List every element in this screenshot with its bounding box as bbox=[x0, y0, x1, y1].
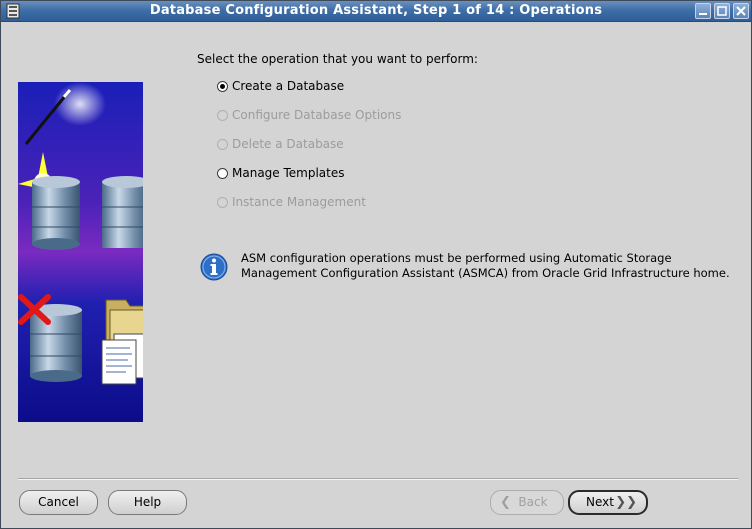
back-button: ❮ Back bbox=[490, 490, 564, 515]
next-button[interactable]: Next ❯❯ bbox=[568, 490, 648, 515]
radio-manage-templates[interactable]: Manage Templates bbox=[217, 165, 345, 181]
radio-label: Create a Database bbox=[232, 79, 345, 93]
radio-configure-database-options: Configure Database Options bbox=[217, 107, 401, 123]
radio-instance-management: Instance Management bbox=[217, 194, 366, 210]
info-icon bbox=[200, 253, 228, 281]
radio-button-icon bbox=[217, 109, 228, 121]
operation-prompt: Select the operation that you want to pe… bbox=[197, 52, 478, 66]
radio-button-icon[interactable] bbox=[217, 167, 228, 179]
minimize-button[interactable] bbox=[695, 3, 711, 19]
cancel-button[interactable]: Cancel bbox=[19, 490, 98, 515]
back-label: Back bbox=[518, 495, 548, 509]
dbca-window: Database Configuration Assistant, Step 1… bbox=[0, 0, 752, 529]
close-button[interactable] bbox=[733, 3, 749, 19]
radio-label: Manage Templates bbox=[232, 166, 345, 180]
radio-label: Delete a Database bbox=[232, 137, 344, 151]
chevron-right-icon: ❯❯ bbox=[615, 495, 637, 510]
radio-button-icon[interactable] bbox=[217, 80, 228, 92]
next-label: Next bbox=[586, 495, 614, 509]
info-line-2: Management Configuration Assistant (ASMC… bbox=[241, 266, 730, 280]
wizard-illustration bbox=[18, 82, 143, 422]
maximize-icon bbox=[717, 6, 727, 16]
maximize-button[interactable] bbox=[714, 3, 730, 19]
radio-button-icon bbox=[217, 196, 228, 208]
title-bar[interactable]: Database Configuration Assistant, Step 1… bbox=[1, 1, 751, 22]
radio-create-database[interactable]: Create a Database bbox=[217, 78, 344, 94]
close-icon bbox=[736, 6, 746, 16]
button-separator bbox=[18, 478, 738, 480]
radio-label: Configure Database Options bbox=[232, 108, 402, 122]
chevron-left-icon: ❮ bbox=[500, 495, 511, 510]
help-label: Help bbox=[133, 495, 162, 509]
help-button[interactable]: Help bbox=[108, 490, 187, 515]
radio-delete-database: Delete a Database bbox=[217, 136, 344, 152]
cancel-label: Cancel bbox=[38, 495, 79, 509]
radio-label: Instance Management bbox=[232, 195, 366, 209]
info-line-1: ASM configuration operations must be per… bbox=[241, 251, 672, 265]
radio-button-icon bbox=[217, 138, 228, 150]
minimize-icon bbox=[699, 13, 707, 15]
asm-info-message: ASM configuration operations must be per… bbox=[241, 251, 741, 281]
window-title: Database Configuration Assistant, Step 1… bbox=[149, 3, 603, 18]
